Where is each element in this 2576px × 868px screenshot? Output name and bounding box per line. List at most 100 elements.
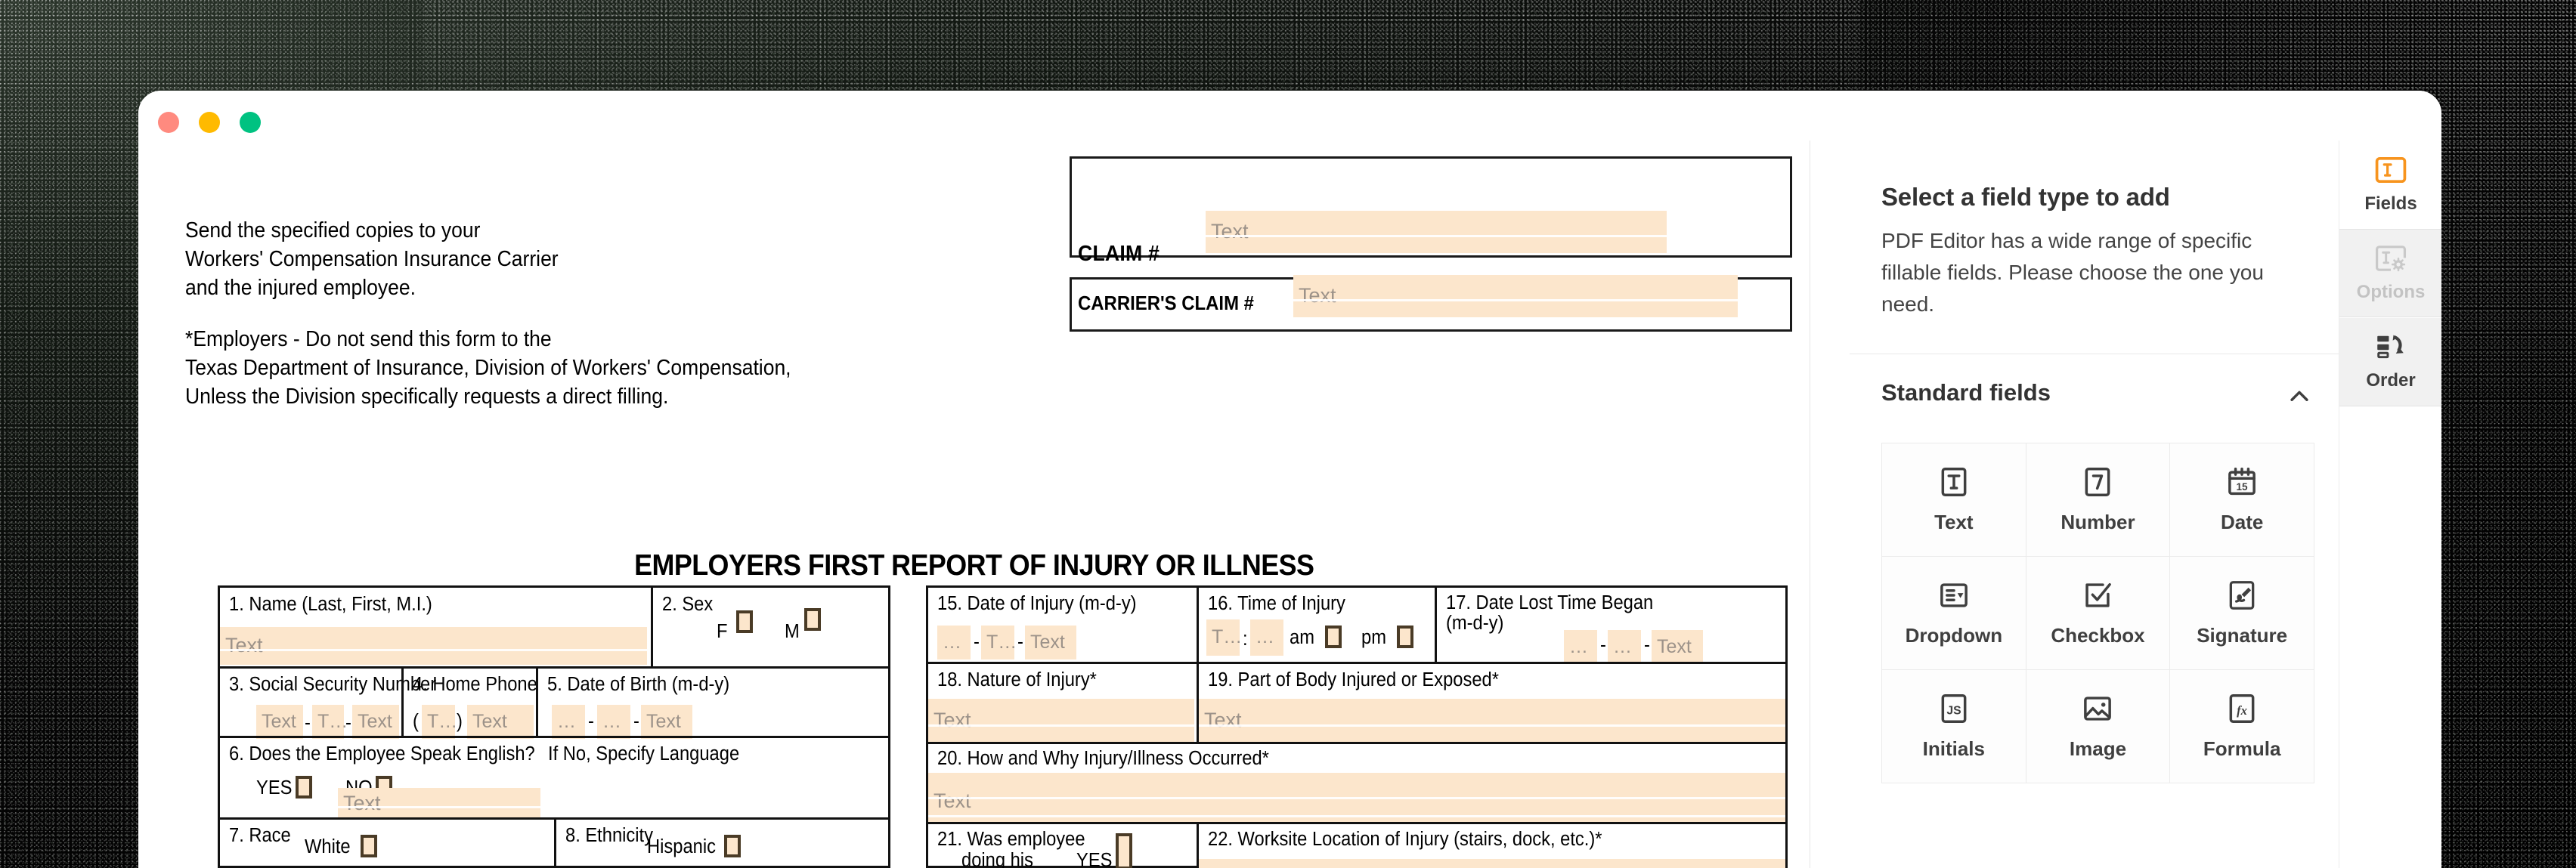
field-19-input[interactable]: Text (1199, 699, 1785, 743)
window-maximize-button[interactable] (240, 112, 261, 133)
field-16-input-minute[interactable]: … (1250, 619, 1283, 656)
field-type-image[interactable]: Image (2026, 670, 2171, 783)
field-18-input[interactable]: Text (928, 699, 1194, 743)
cell-race: 7. Race White (220, 817, 554, 868)
field-16-input-hour[interactable]: T… (1206, 619, 1242, 656)
form-table-left: 1. Name (Last, First, M.I.) Text 2. Sex … (218, 585, 890, 868)
field-7-option-label: White (305, 836, 351, 857)
field-5-input-3[interactable]: Text (641, 705, 692, 739)
instruction-line: Unless the Division specifically request… (185, 385, 669, 409)
cell-speak-english: 6. Does the Employee Speak English? If N… (220, 736, 888, 820)
field-type-number[interactable]: Number (2026, 443, 2171, 557)
field-type-checkbox[interactable]: Checkbox (2026, 557, 2171, 670)
field-15-placeholder-3: Text (1030, 631, 1065, 653)
field-15-dash-2: - (1017, 632, 1023, 653)
field-type-signature[interactable]: Signature (2170, 557, 2314, 670)
field-underline (928, 815, 1785, 817)
field-20-label: 20. How and Why Injury/Illness Occurred* (937, 748, 1269, 769)
field-2-option-m-label: M (785, 621, 800, 642)
cell-how-why-occurred: 20. How and Why Injury/Illness Occurred*… (928, 742, 1785, 824)
field-16-am-label: am (1290, 627, 1314, 648)
field-17-placeholder-1: … (1569, 635, 1588, 657)
field-5-dash-2: - (633, 711, 639, 732)
field-5-dash-1: - (588, 711, 594, 732)
panel-title: Select a field type to add (1881, 183, 2170, 211)
field-22-input[interactable] (1199, 859, 1785, 868)
carrier-claim-field[interactable]: Text (1293, 275, 1738, 317)
field-type-initials[interactable]: JS Initials (1882, 670, 2026, 783)
field-2-checkbox-f[interactable] (736, 610, 753, 633)
window-minimize-button[interactable] (199, 112, 220, 133)
field-type-text[interactable]: Text (1882, 443, 2026, 557)
window-close-button[interactable] (158, 112, 179, 133)
field-type-panel-body: Select a field type to add PDF Editor ha… (1850, 141, 2339, 868)
form-table-right: 15. Date of Injury (m-d-y) … - T… - Text… (926, 585, 1788, 868)
form-heading: EMPLOYERS FIRST REPORT OF INJURY OR ILLN… (633, 549, 1314, 582)
cell-dob: 5. Date of Birth (m-d-y) … - … - Text (536, 666, 888, 739)
field-underline (928, 724, 1194, 727)
instruction-line: Texas Department of Insurance, Division … (185, 356, 791, 380)
field-4-input-2[interactable]: Text (467, 705, 534, 739)
field-4-input-1[interactable]: T… (422, 705, 457, 739)
field-3-input-1[interactable]: Text (256, 705, 303, 739)
chevron-up-icon[interactable] (2287, 384, 2312, 409)
field-type-panel: Select a field type to add PDF Editor ha… (1810, 141, 2339, 868)
field-21-checkbox-yes[interactable] (1116, 833, 1132, 868)
field-type-label: Formula (2203, 737, 2281, 760)
field-5-input-1[interactable]: … (552, 705, 585, 739)
field-3-dash-2: - (345, 712, 351, 734)
field-6-checkbox-yes[interactable] (296, 776, 312, 798)
field-type-dropdown[interactable]: Dropdown (1882, 557, 2026, 670)
field-type-label: Checkbox (2051, 624, 2145, 647)
cell-ethnicity: 8. Ethnicity Hispanic (554, 817, 888, 868)
claim-number-field[interactable]: Text (1206, 211, 1667, 253)
cell-ssn: 3. Social Security Number Text - T… - Te… (220, 666, 436, 739)
field-15-input-3[interactable]: Text (1025, 626, 1076, 659)
options-icon (2375, 245, 2407, 271)
svg-text:15: 15 (2237, 481, 2249, 493)
field-6-label: 6. Does the Employee Speak English? (229, 743, 535, 765)
field-8-checkbox-hispanic[interactable] (724, 835, 741, 857)
standard-fields-section-title[interactable]: Standard fields (1881, 379, 2051, 406)
pdf-document-canvas[interactable]: Send the specified copies to your Worker… (138, 141, 1810, 868)
field-15-placeholder-1: … (943, 631, 961, 653)
field-15-dash-1: - (974, 632, 980, 653)
field-7-label: 7. Race (229, 825, 291, 846)
rail-item-fields[interactable]: Fields (2339, 141, 2441, 229)
field-19-label: 19. Part of Body Injured or Exposed* (1208, 669, 1499, 690)
field-21-yes-label: YES (1076, 850, 1113, 868)
field-underline (928, 797, 1785, 799)
instruction-line: *Employers - Do not send this form to th… (185, 327, 552, 351)
rail-item-order[interactable]: Order (2339, 318, 2441, 406)
field-type-date[interactable]: 15 Date (2170, 443, 2314, 557)
field-15-input-1[interactable]: … (937, 626, 971, 659)
field-15-input-2[interactable]: T… (981, 626, 1017, 659)
field-2-label: 2. Sex (662, 594, 714, 615)
field-18-placeholder: Text (933, 708, 971, 731)
carrier-claim-label: CARRIER'S CLAIM # (1078, 292, 1254, 314)
field-4-label: 4. Home Phone (413, 674, 537, 695)
field-3-input-3[interactable]: Text (352, 705, 399, 739)
field-5-input-2[interactable]: … (597, 705, 630, 739)
field-16-checkbox-pm[interactable] (1397, 626, 1413, 648)
field-17-input-2[interactable]: … (1608, 630, 1641, 664)
claim-number-placeholder: Text (1211, 219, 1249, 242)
text-field-icon (1941, 468, 1967, 496)
rail-item-label: Order (2366, 370, 2416, 391)
field-1-input[interactable]: Text (220, 627, 647, 665)
svg-text:fx: fx (2237, 703, 2247, 718)
document-instructions: Send the specified copies to your Worker… (185, 216, 818, 411)
field-6-sublabel: If No, Specify Language (548, 743, 740, 765)
field-20-input[interactable]: Text (928, 773, 1785, 824)
field-3-placeholder-2: T… (317, 710, 348, 732)
fields-icon (2375, 156, 2407, 183)
field-2-checkbox-m[interactable] (804, 608, 821, 631)
field-16-checkbox-am[interactable] (1325, 626, 1342, 648)
field-type-label: Dropdown (1905, 624, 2003, 647)
field-17-input-1[interactable]: … (1564, 630, 1597, 664)
field-6-language-input[interactable]: Text (338, 788, 540, 820)
field-17-input-3[interactable]: Text (1652, 630, 1703, 664)
field-type-formula[interactable]: fx Formula (2170, 670, 2314, 783)
field-3-input-2[interactable]: T… (312, 705, 348, 739)
field-7-checkbox-white[interactable] (361, 835, 377, 857)
